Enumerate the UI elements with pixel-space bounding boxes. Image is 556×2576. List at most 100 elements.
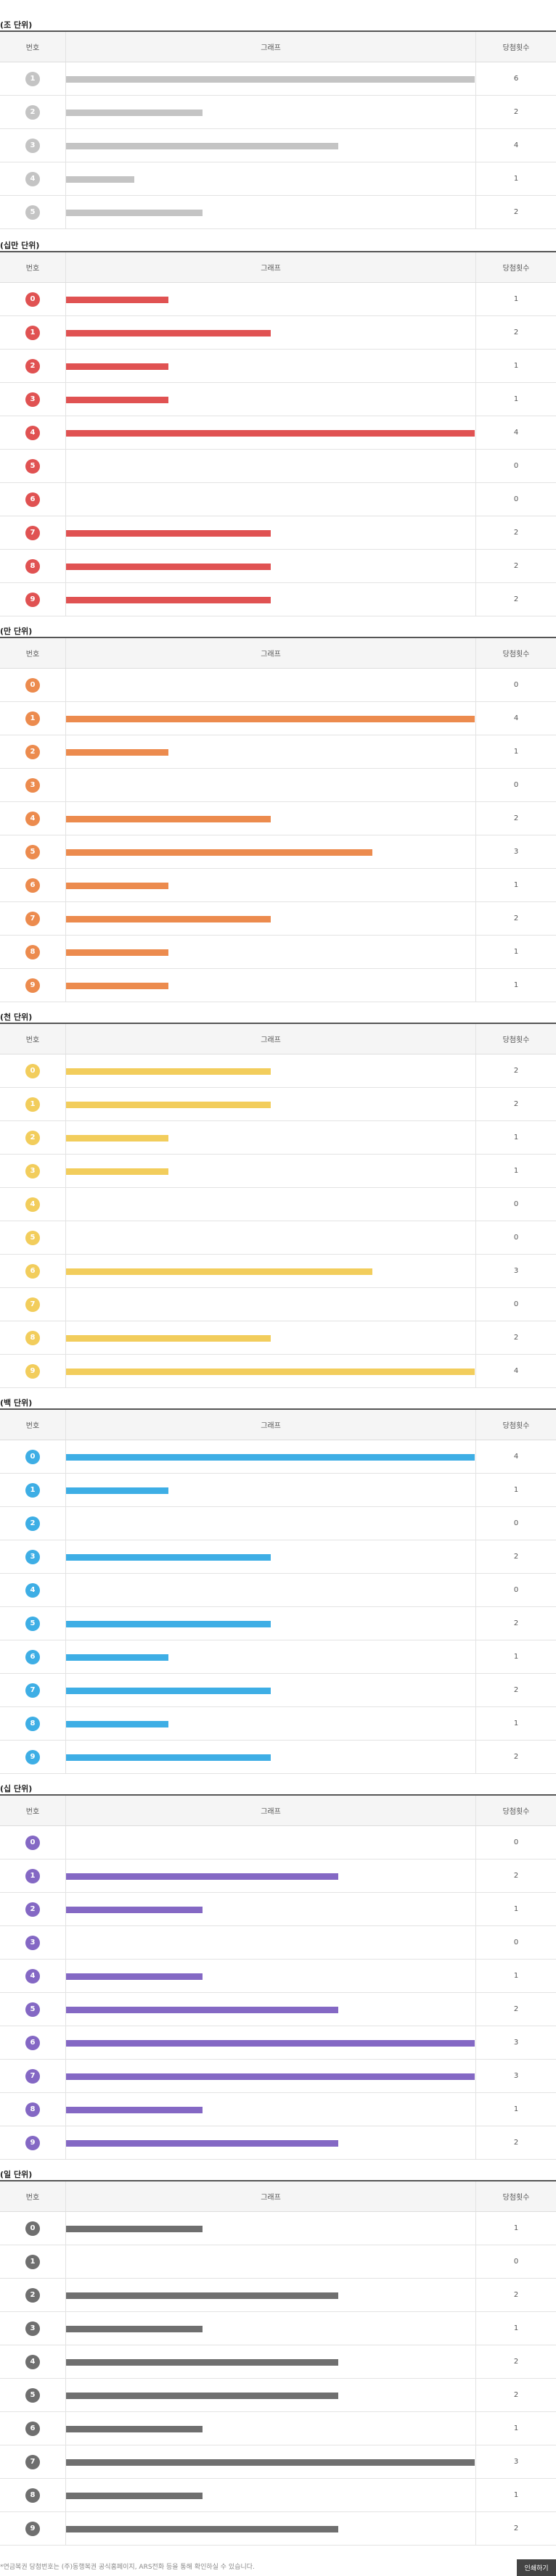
header-graph: 그래프 <box>65 2181 476 2211</box>
table-row: 72 <box>0 902 556 936</box>
frequency-bar <box>66 596 271 603</box>
table-row: 41 <box>0 1960 556 1993</box>
table-row: 61 <box>0 2412 556 2445</box>
print-button[interactable]: 인쇄하기 <box>517 2559 556 2576</box>
table-row: 21 <box>0 1121 556 1155</box>
number-cell: 8 <box>0 2093 65 2126</box>
number-cell: 7 <box>0 1288 65 1321</box>
header-graph: 그래프 <box>65 1024 476 1054</box>
count-value: 2 <box>513 1100 519 1108</box>
table-row: 91 <box>0 969 556 1002</box>
number-cell: 4 <box>0 1960 65 1992</box>
table-row: 92 <box>0 2126 556 2160</box>
number-cell: 5 <box>0 450 65 482</box>
header-graph: 그래프 <box>65 1796 476 1825</box>
table-row: 61 <box>0 869 556 902</box>
table-row: 30 <box>0 1926 556 1960</box>
count-value: 2 <box>513 329 519 337</box>
frequency-bar <box>66 1873 338 1880</box>
number-cell: 9 <box>0 2512 65 2545</box>
number-ball: 0 <box>25 2221 40 2236</box>
number-ball: 2 <box>25 1130 40 1145</box>
number-ball: 6 <box>25 2421 40 2436</box>
number-ball: 7 <box>25 911 40 926</box>
count-value: 1 <box>513 881 519 889</box>
number-cell: 8 <box>0 936 65 968</box>
number-cell: 7 <box>0 902 65 935</box>
number-ball: 1 <box>25 325 40 340</box>
number-ball: 7 <box>25 2454 40 2469</box>
table-row: 12 <box>0 316 556 350</box>
section-title: (십만 단위) <box>0 241 40 250</box>
table-row: 02 <box>0 1054 556 1088</box>
number-cell: 5 <box>0 1993 65 2026</box>
number-cell: 4 <box>0 1188 65 1221</box>
number-cell: 4 <box>0 1574 65 1606</box>
section-title: (천 단위) <box>0 1012 33 1022</box>
table-row: 00 <box>0 1826 556 1859</box>
frequency-bar <box>66 2106 203 2113</box>
count-value: 1 <box>513 1972 519 1980</box>
header-graph: 그래프 <box>65 32 476 62</box>
count-value: 4 <box>513 1367 519 1375</box>
frequency-bar <box>66 1720 168 1727</box>
table-row: 73 <box>0 2445 556 2479</box>
count-value: 1 <box>513 362 519 370</box>
number-cell: 1 <box>0 316 65 349</box>
table-row: 72 <box>0 1674 556 1707</box>
frequency-bar <box>66 142 338 149</box>
table-row: 63 <box>0 1255 556 1288</box>
frequency-bar <box>66 2039 475 2047</box>
section-title: (십 단위) <box>0 1784 33 1793</box>
frequency-bar <box>66 1134 168 1142</box>
number-cell: 9 <box>0 1741 65 1773</box>
table-row: 31 <box>0 1155 556 1188</box>
frequency-bar <box>66 329 271 337</box>
number-ball: 3 <box>25 2321 40 2336</box>
number-cell: 3 <box>0 383 65 416</box>
table-row: 92 <box>0 2512 556 2546</box>
number-cell: 2 <box>0 1893 65 1925</box>
number-ball: 3 <box>25 1549 40 1564</box>
number-ball: 8 <box>25 2102 40 2117</box>
number-cell: 5 <box>0 835 65 868</box>
number-ball: 1 <box>25 1482 40 1498</box>
table-row: 52 <box>0 196 556 229</box>
frequency-bar <box>66 748 168 756</box>
number-cell: 8 <box>0 2479 65 2511</box>
frequency-bar <box>66 2525 338 2532</box>
count-value: 1 <box>513 1653 519 1661</box>
number-cell: 1 <box>0 1088 65 1120</box>
count-value: 0 <box>513 1586 519 1594</box>
number-ball: 2 <box>25 104 40 120</box>
number-cell: 6 <box>0 483 65 516</box>
frequency-bar <box>66 2459 475 2466</box>
frequency-bar <box>66 1101 271 1108</box>
count-value: 1 <box>513 1720 519 1727</box>
number-ball: 1 <box>25 1097 40 1112</box>
header-number: 번호 <box>25 44 40 52</box>
count-value: 0 <box>513 1200 519 1208</box>
count-value: 0 <box>513 1234 519 1242</box>
number-ball: 6 <box>25 492 40 507</box>
table-row: 81 <box>0 2093 556 2126</box>
count-value: 1 <box>513 2324 519 2332</box>
count-value: 0 <box>513 1300 519 1308</box>
number-ball: 8 <box>25 2488 40 2503</box>
number-cell: 1 <box>0 702 65 735</box>
number-ball: 1 <box>25 71 40 86</box>
frequency-bar <box>66 849 372 856</box>
header-number: 번호 <box>25 2194 40 2202</box>
count-value: 0 <box>513 1939 519 1947</box>
number-ball: 5 <box>25 1230 40 1245</box>
count-value: 0 <box>513 681 519 689</box>
header-count: 당첨횟수 <box>502 2194 530 2202</box>
header-count: 당첨횟수 <box>502 265 530 273</box>
count-value: 1 <box>513 2424 519 2432</box>
count-value: 1 <box>513 1905 519 1913</box>
number-cell: 7 <box>0 2060 65 2092</box>
number-ball: 7 <box>25 2068 40 2084</box>
frequency-bar <box>66 815 271 822</box>
frequency-bar <box>66 1368 475 1375</box>
table-row: 42 <box>0 802 556 835</box>
